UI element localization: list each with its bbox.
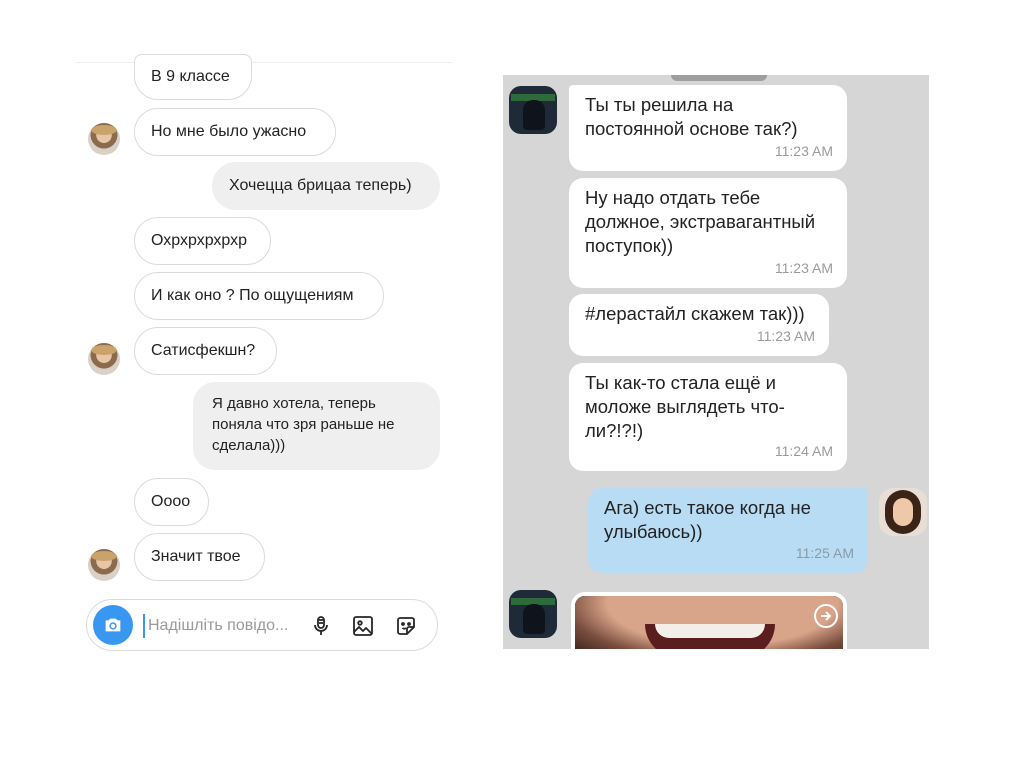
message-text: Ну надо отдать тебе должное, экстраваган… [585, 187, 816, 256]
message-text: Охрхрхрхрхр [151, 232, 248, 249]
message-bubble-incoming[interactable]: Сатисфекшн? [134, 327, 277, 375]
share-button[interactable] [814, 604, 838, 628]
contact-avatar[interactable] [88, 123, 120, 155]
contact-avatar[interactable] [88, 549, 120, 581]
message-text: Ты как-то стала ещё и моложе выглядеть ч… [585, 372, 785, 441]
divider [76, 62, 452, 63]
message-bubble-incoming[interactable]: #лерастайл скажем так))) 11:23 AM [569, 294, 829, 356]
message-bubble-outgoing[interactable]: Ага) есть такое когда не улыбаюсь)) 11:2… [588, 488, 868, 573]
image-icon [353, 616, 373, 636]
sticker-icon [397, 617, 415, 635]
scroll-handle[interactable] [671, 75, 767, 81]
share-arrow-icon [821, 611, 832, 621]
photo-message[interactable] [571, 592, 847, 649]
message-timestamp: 11:23 AM [756, 328, 815, 344]
message-text: Сатисфекшн? [151, 342, 256, 359]
gallery-button[interactable] [349, 612, 377, 640]
message-timestamp: 11:24 AM [774, 443, 833, 459]
message-bubble-incoming[interactable]: Оооо [134, 478, 209, 526]
message-text: Я давно хотела, теперь поняла что зря ра… [212, 395, 395, 454]
camera-button[interactable] [93, 605, 133, 645]
contact-avatar[interactable] [88, 343, 120, 375]
message-bubble-incoming[interactable]: Значит твое [134, 533, 265, 581]
message-bubble-incoming[interactable]: И как оно ? По ощущениям [134, 272, 384, 320]
message-text: Ты ты решила на постоянной основе так?) [585, 94, 798, 139]
message-text: #лерастайл скажем так))) [585, 303, 805, 324]
message-text: И как оно ? По ощущениям [151, 287, 354, 304]
contact-avatar[interactable] [509, 86, 557, 134]
message-bubble-incoming[interactable]: Ну надо отдать тебе должное, экстраваган… [569, 178, 847, 288]
photo-image [655, 624, 765, 638]
message-bubble-incoming[interactable]: Но мне было ужасно [134, 108, 336, 156]
message-text: В 9 классе [151, 68, 230, 85]
my-avatar[interactable] [879, 488, 927, 536]
message-bubble-incoming[interactable]: Ты ты решила на постоянной основе так?) … [569, 85, 847, 171]
contact-avatar[interactable] [509, 590, 557, 638]
microphone-button[interactable] [307, 612, 335, 640]
message-text: Хочецца брицаа теперь) [229, 177, 412, 194]
sticker-button[interactable] [392, 612, 420, 640]
message-input[interactable] [143, 614, 302, 638]
message-timestamp: 11:23 AM [774, 143, 833, 159]
message-text: Но мне было ужасно [151, 123, 307, 140]
microphone-icon [314, 616, 328, 635]
camera-icon [105, 618, 121, 632]
viber-chat-panel: Ты ты решила на постоянной основе так?) … [503, 75, 929, 649]
message-bubble-incoming[interactable]: В 9 классе [134, 54, 252, 100]
message-text: Оооо [151, 493, 191, 510]
message-bubble-incoming[interactable]: Ты как-то стала ещё и моложе выглядеть ч… [569, 363, 847, 471]
message-text: Значит твое [151, 548, 241, 565]
message-timestamp: 11:23 AM [774, 260, 833, 276]
message-bubble-outgoing[interactable]: Я давно хотела, теперь поняла что зря ра… [193, 382, 440, 470]
message-text: Ага) есть такое когда не улыбаюсь)) [604, 497, 811, 542]
message-bubble-incoming[interactable]: Охрхрхрхрхр [134, 217, 271, 265]
message-timestamp: 11:25 AM [795, 545, 854, 561]
message-bubble-outgoing[interactable]: Хочецца брицаа теперь) [212, 162, 440, 210]
message-composer [86, 599, 438, 651]
